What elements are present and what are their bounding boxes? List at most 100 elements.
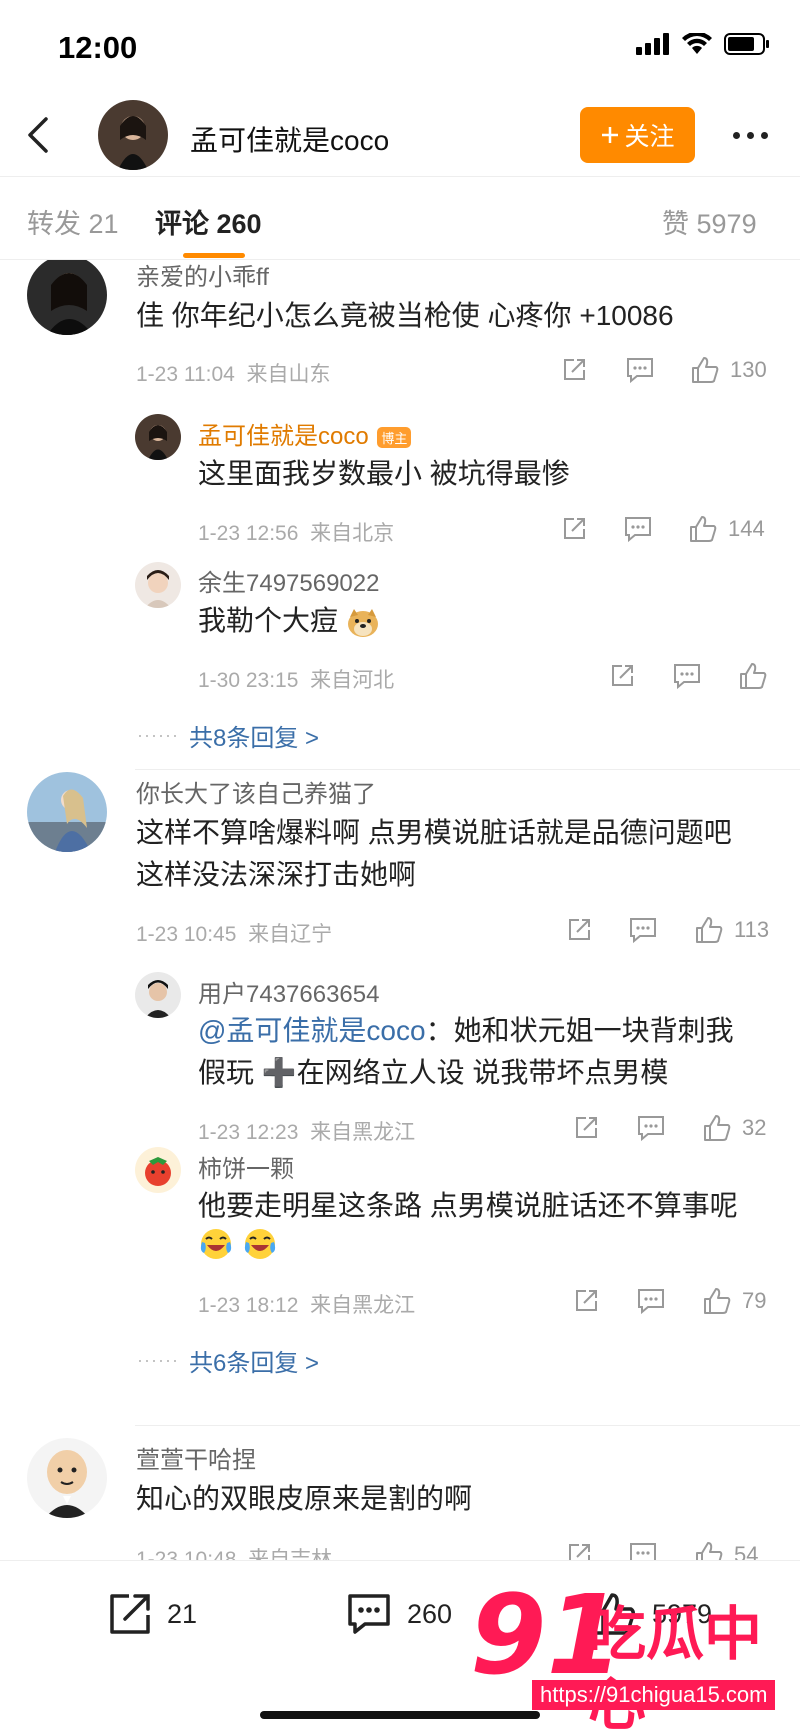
view-more-replies[interactable]: ······ 共8条回复 > xyxy=(137,718,319,753)
thumbs-up-icon xyxy=(704,1288,731,1314)
comment-meta: 1-23 10:48 来自吉林 xyxy=(136,1548,333,1560)
username[interactable]: 余生7497569022 xyxy=(198,563,379,598)
author-name[interactable]: 孟可佳就是coco xyxy=(190,119,389,159)
more-options-button[interactable] xyxy=(725,117,775,153)
username[interactable]: 用户7437663654 xyxy=(198,974,379,1009)
status-time: 12:00 xyxy=(58,30,138,65)
reply-button[interactable] xyxy=(636,1114,666,1142)
wifi-icon xyxy=(682,33,712,54)
reply-meta: 1-23 18:12 来自黑龙江 xyxy=(198,1294,416,1317)
comment-icon xyxy=(630,918,656,944)
avatar[interactable] xyxy=(27,772,107,852)
share-button[interactable] xyxy=(572,1287,600,1315)
thumbs-up-icon xyxy=(696,1542,723,1560)
reply-button[interactable] xyxy=(628,1541,658,1560)
reply-text: 我勒个大痘 xyxy=(198,600,380,642)
thumbs-up-icon xyxy=(696,917,723,943)
username[interactable]: 柿饼一颗 xyxy=(198,1149,294,1184)
share-icon xyxy=(110,1594,150,1634)
like-button[interactable]: 144 xyxy=(688,514,765,544)
comment-meta: 1-23 11:04 来自山东 xyxy=(136,363,331,386)
reply-meta: 1-30 23:15 来自河北 xyxy=(198,669,395,692)
laughing-crying-emoji-icon xyxy=(244,1229,275,1259)
repost-button[interactable]: 21 xyxy=(105,1591,197,1637)
reply-button[interactable] xyxy=(672,662,702,690)
share-icon xyxy=(576,1290,597,1311)
back-button[interactable] xyxy=(18,113,62,157)
follow-button[interactable]: 关注 xyxy=(580,107,695,163)
reply-text: 这里面我岁数最小 被坑得最惨 xyxy=(198,458,570,489)
avatar[interactable] xyxy=(135,972,181,1018)
username[interactable]: 萱萱干哈捏 xyxy=(136,1440,256,1475)
follow-label: 关注 xyxy=(624,123,675,151)
avatar[interactable] xyxy=(27,260,107,335)
watermark-url: https://91chigua15.com xyxy=(532,1680,776,1710)
share-icon xyxy=(569,1544,590,1560)
username[interactable]: 亲爱的小乖ff xyxy=(136,260,269,292)
avatar[interactable] xyxy=(135,1147,181,1193)
thumbs-up-icon xyxy=(690,516,717,542)
share-button[interactable] xyxy=(608,662,636,690)
comment-icon xyxy=(638,1116,664,1142)
tab-comments[interactable]: 评论 260 xyxy=(155,202,262,241)
signal-icon xyxy=(636,33,669,55)
share-button[interactable] xyxy=(572,1114,600,1142)
comment-icon xyxy=(348,1594,390,1634)
laughing-crying-emoji-icon xyxy=(200,1229,232,1259)
share-button[interactable] xyxy=(565,916,593,944)
reply-button[interactable] xyxy=(625,356,655,384)
reply-button[interactable] xyxy=(636,1287,666,1315)
thumbs-up-icon xyxy=(692,357,719,383)
home-indicator[interactable] xyxy=(260,1711,540,1719)
status-bar: 12:00 xyxy=(0,0,800,95)
comment-text: 佳 你年纪小怎么竟被当枪使 心疼你 +10086 xyxy=(136,300,674,331)
tab-likes[interactable]: 赞 5979 xyxy=(662,202,757,241)
share-icon xyxy=(564,359,585,380)
username[interactable]: 你长大了该自己养猫了 xyxy=(136,774,376,809)
like-button[interactable]: 54 xyxy=(694,1540,758,1560)
doge-emoji-icon xyxy=(347,608,378,637)
comment-button[interactable]: 260 xyxy=(345,1591,452,1637)
battery-icon xyxy=(724,33,769,55)
plus-icon xyxy=(602,127,619,143)
thumbs-up-icon xyxy=(704,1115,731,1141)
like-button[interactable] xyxy=(738,661,768,691)
reply-text: 他要走明星这条路 点男模说脏话还不算事呢 xyxy=(198,1185,778,1273)
thumbs-up-icon xyxy=(740,663,767,689)
like-button[interactable]: 130 xyxy=(690,355,767,385)
reply-button[interactable] xyxy=(628,916,658,944)
like-button[interactable]: 79 xyxy=(702,1286,766,1316)
comment-icon xyxy=(627,358,653,384)
avatar[interactable] xyxy=(27,1438,107,1518)
comment-text: 知心的双眼皮原来是割的啊 xyxy=(136,1483,473,1514)
comment-icon xyxy=(674,664,700,690)
mention-link[interactable]: @孟可佳就是coco xyxy=(198,1015,426,1046)
watermark-text: 吃瓜中心 xyxy=(588,1602,763,1731)
username[interactable]: 孟可佳就是coco 博主 xyxy=(198,416,412,451)
blogger-badge: 博主 xyxy=(377,427,412,449)
reply-text: @孟可佳就是coco：她和状元姐一块背刺我 假玩 ➕在网络立人设 说我带坏点男模 xyxy=(198,1015,734,1088)
share-icon xyxy=(612,665,633,686)
avatar[interactable] xyxy=(135,414,181,460)
share-icon xyxy=(576,1117,597,1138)
author-avatar[interactable] xyxy=(98,100,168,170)
share-button[interactable] xyxy=(565,1541,593,1560)
share-button[interactable] xyxy=(560,356,588,384)
reply-button[interactable] xyxy=(623,515,653,543)
tab-reposts[interactable]: 转发 21 xyxy=(27,202,119,241)
tab-bar: 转发 21 评论 260 赞 5979 xyxy=(0,178,800,260)
like-button[interactable]: 113 xyxy=(694,915,769,945)
share-icon xyxy=(564,518,585,539)
comment-icon xyxy=(625,517,651,543)
divider xyxy=(135,769,800,770)
view-more-replies[interactable]: ······ 共6条回复 > xyxy=(137,1343,319,1378)
avatar[interactable] xyxy=(135,562,181,608)
comment-text: 这样不算啥爆料啊 点男模说脏话就是品德问题吧 这样没法深深打击她啊 xyxy=(136,817,732,890)
comment-icon xyxy=(638,1289,664,1315)
reply-meta: 1-23 12:23 来自黑龙江 xyxy=(198,1121,416,1144)
watermark: 91 吃瓜中心 https://91chigua15.com xyxy=(470,1580,800,1731)
like-button[interactable]: 32 xyxy=(702,1113,766,1143)
comment-feed[interactable]: 亲爱的小乖ff 佳 你年纪小怎么竟被当枪使 心疼你 +10086 1-23 11… xyxy=(0,260,800,1560)
reply-meta: 1-23 12:56 来自北京 xyxy=(198,522,395,545)
share-button[interactable] xyxy=(560,515,588,543)
